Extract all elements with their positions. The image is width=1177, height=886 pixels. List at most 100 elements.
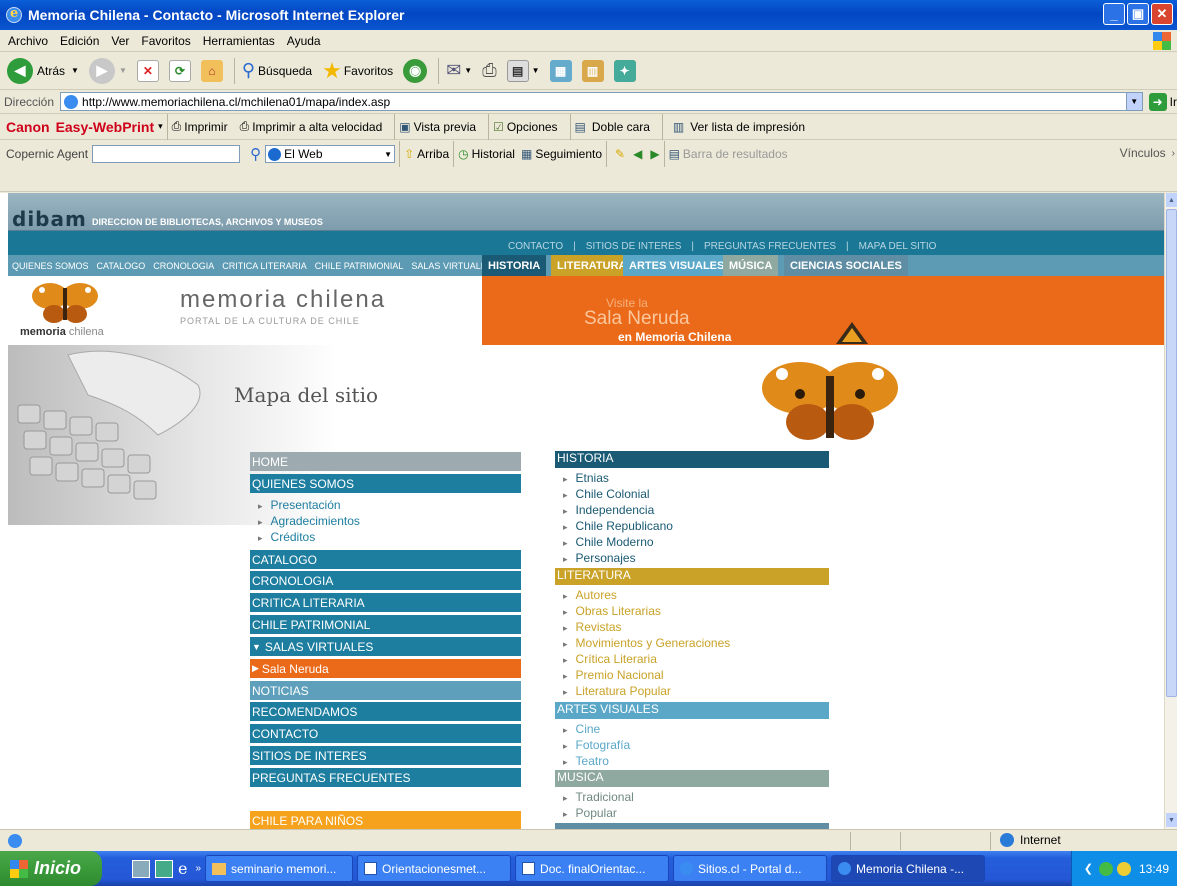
stop-button[interactable]: ✕: [134, 56, 162, 86]
canon-preview-button[interactable]: Vista previa: [414, 120, 476, 134]
dibam-logo[interactable]: dibam: [12, 207, 87, 231]
task-doc-final[interactable]: Doc. finalOrientac...: [515, 855, 670, 882]
copernic-scope-select[interactable]: El Web ▼: [265, 145, 396, 163]
copernic-history-button[interactable]: Historial: [472, 147, 515, 161]
menu-archivo[interactable]: Archivo: [8, 34, 48, 48]
tray-expand-icon[interactable]: ❮: [1084, 862, 1093, 875]
menu-sala-neruda[interactable]: ▶ Sala Neruda: [250, 659, 521, 678]
scroll-up-icon[interactable]: ▲: [1166, 193, 1177, 207]
copernic-results-button[interactable]: Barra de resultados: [683, 147, 788, 161]
menu-patrimonial[interactable]: CHILE PATRIMONIAL: [250, 615, 521, 634]
canon-options-button[interactable]: Opciones: [507, 120, 558, 134]
canon-print-button[interactable]: Imprimir: [184, 120, 227, 134]
search-button[interactable]: ⚲ Búsqueda: [239, 56, 315, 86]
literatura-item[interactable]: Obras Literarias: [563, 604, 661, 618]
musica-item[interactable]: Tradicional: [563, 790, 634, 804]
menu-noticias[interactable]: NOTICIAS: [250, 681, 521, 700]
nav-sitios[interactable]: SITIOS DE INTERES: [586, 241, 682, 252]
scroll-thumb[interactable]: [1166, 209, 1177, 697]
clock[interactable]: 13:49: [1139, 862, 1169, 876]
nav-contacto[interactable]: CONTACTO: [508, 241, 563, 252]
prev-icon[interactable]: ◀: [633, 147, 642, 161]
menu-contacto[interactable]: CONTACTO: [250, 724, 521, 743]
tab-artes[interactable]: ARTES VISUALES: [623, 255, 731, 276]
artes-item[interactable]: Teatro: [563, 754, 609, 768]
copernic-tracking-button[interactable]: Seguimiento: [535, 147, 602, 161]
edit-button[interactable]: ▤ ▼: [504, 56, 543, 86]
menu-salas[interactable]: ▼ SALAS VIRTUALES: [250, 637, 521, 656]
nav-salas[interactable]: SALAS VIRTUALES: [411, 261, 492, 271]
task-seminario[interactable]: seminario memori...: [205, 855, 354, 882]
close-button[interactable]: ✕: [1151, 3, 1173, 25]
literatura-item[interactable]: Literatura Popular: [563, 684, 671, 698]
menu-quienes[interactable]: QUIENES SOMOS: [250, 474, 521, 493]
media-button[interactable]: ◉: [400, 56, 430, 86]
task-memoria[interactable]: Memoria Chilena -...: [831, 855, 986, 882]
tab-literatura[interactable]: LITERATURA: [551, 255, 633, 276]
home-button[interactable]: ⌂: [198, 56, 226, 86]
sala-neruda-banner[interactable]: Visite la Sala Neruda en Memoria Chilena: [482, 276, 1164, 345]
menu-ver[interactable]: Ver: [111, 34, 129, 48]
back-button[interactable]: ◀ Atrás ▼: [4, 56, 82, 86]
sub-agradecimientos[interactable]: Agradecimientos: [258, 514, 360, 528]
window-titlebar[interactable]: Memoria Chilena - Contacto - Microsoft I…: [0, 0, 1177, 30]
nav-cronologia[interactable]: CRONOLOGIA: [153, 261, 214, 271]
canon-print-fast-button[interactable]: Imprimir a alta velocidad: [252, 120, 382, 134]
nav-critica[interactable]: CRITICA LITERARIA: [222, 261, 307, 271]
desktop-icon[interactable]: [132, 859, 150, 878]
sub-creditos[interactable]: Créditos: [258, 530, 316, 544]
historia-item[interactable]: Personajes: [563, 551, 636, 565]
refresh-button[interactable]: ⟳: [166, 56, 194, 86]
chevron-right-icon[interactable]: »: [195, 863, 201, 874]
section-artes[interactable]: ARTES VISUALES: [555, 702, 829, 719]
menu-ayuda[interactable]: Ayuda: [287, 34, 321, 48]
historia-item[interactable]: Etnias: [563, 471, 609, 485]
research-button[interactable]: ▥: [579, 56, 607, 86]
tab-ciencias[interactable]: CIENCIAS SOCIALES: [784, 255, 908, 276]
vertical-scrollbar[interactable]: ▲ ▼: [1164, 193, 1177, 829]
copernic-search-icon[interactable]: ⚲: [250, 145, 261, 163]
menu-favoritos[interactable]: Favoritos: [141, 34, 190, 48]
literatura-item[interactable]: Premio Nacional: [563, 668, 664, 682]
butterfly-logo-icon[interactable]: [30, 280, 100, 324]
literatura-item[interactable]: Crítica Literaria: [563, 652, 657, 666]
discuss-button[interactable]: ▦: [547, 56, 575, 86]
maximize-button[interactable]: ▣: [1127, 3, 1149, 25]
forward-button[interactable]: ▶ ▼: [86, 56, 130, 86]
tab-historia[interactable]: HISTORIA: [482, 255, 547, 276]
messenger-button[interactable]: ✦: [611, 56, 639, 86]
menu-herramientas[interactable]: Herramientas: [203, 34, 275, 48]
historia-item[interactable]: Chile Colonial: [563, 487, 650, 501]
literatura-item[interactable]: Movimientos y Generaciones: [563, 636, 731, 650]
nav-catalogo[interactable]: CATALOGO: [97, 261, 146, 271]
sub-presentacion[interactable]: Presentación: [258, 498, 341, 512]
artes-item[interactable]: Cine: [563, 722, 601, 736]
task-orientaciones[interactable]: Orientacionesmet...: [357, 855, 512, 882]
menu-catalogo[interactable]: CATALOGO: [250, 550, 521, 569]
menu-recomendamos[interactable]: RECOMENDAMOS: [250, 702, 521, 721]
historia-item[interactable]: Chile Republicano: [563, 519, 673, 533]
section-historia[interactable]: HISTORIA: [555, 451, 829, 468]
print-button[interactable]: ⎙: [479, 56, 499, 86]
scroll-down-icon[interactable]: ▼: [1166, 813, 1177, 827]
task-sitios[interactable]: Sitios.cl - Portal d...: [673, 855, 828, 882]
start-button[interactable]: Inicio: [0, 851, 102, 886]
tab-musica[interactable]: MÚSICA: [723, 255, 779, 276]
copernic-up-button[interactable]: Arriba: [417, 147, 449, 161]
musica-item[interactable]: Popular: [563, 806, 617, 820]
favorites-button[interactable]: ★ Favoritos: [319, 56, 396, 86]
security-icon[interactable]: [1116, 861, 1131, 876]
menu-cronologia[interactable]: CRONOLOGIA: [250, 571, 521, 590]
copernic-search-input[interactable]: [92, 145, 241, 163]
network-icon[interactable]: [1098, 861, 1113, 876]
easy-webprint-menu[interactable]: Easy-WebPrint: [56, 119, 155, 135]
canon-list-button[interactable]: Ver lista de impresión: [690, 120, 805, 134]
highlight-icon[interactable]: ✎: [615, 147, 625, 161]
app-icon[interactable]: [155, 859, 173, 878]
nav-patrimonial[interactable]: CHILE PATRIMONIAL: [315, 261, 404, 271]
menu-preguntas[interactable]: PREGUNTAS FRECUENTES: [250, 768, 521, 787]
menu-edicion[interactable]: Edición: [60, 34, 99, 48]
go-button[interactable]: ➜ Ir: [1148, 92, 1177, 111]
historia-item[interactable]: Chile Moderno: [563, 535, 654, 549]
section-musica[interactable]: MUSICA: [555, 770, 829, 787]
